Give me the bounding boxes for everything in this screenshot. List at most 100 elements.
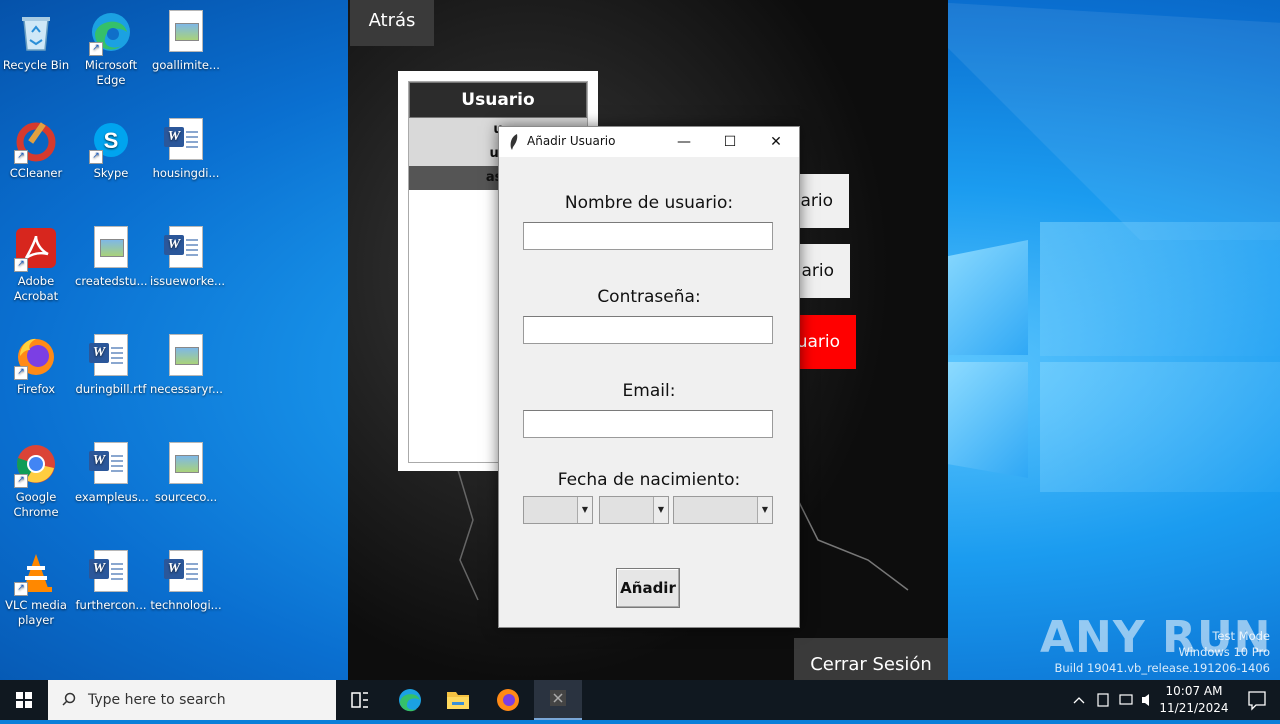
desktop-icon-label: sourceco... (154, 490, 218, 504)
desktop-icon-label: exampleus... (75, 490, 149, 504)
shortcut-arrow-icon: ↗ (89, 42, 103, 56)
desktop-icon-file[interactable]: W technologi... (150, 544, 222, 613)
clock-time: 10:07 AM (1165, 684, 1223, 698)
svg-text:S: S (104, 128, 119, 153)
firefox-icon: ↗ (14, 334, 58, 380)
shortcut-arrow-icon: ↗ (14, 582, 28, 596)
wallpaper-logo-pane (1040, 362, 1280, 492)
image-file-icon (164, 10, 208, 54)
desktop-icon-file[interactable]: W furthercon... (75, 544, 147, 613)
desktop-icon-ccleaner[interactable]: ↗ CCleaner (0, 112, 72, 181)
skype-icon: S ↗ (89, 118, 133, 164)
action-button-1[interactable]: ario (793, 174, 849, 228)
task-view-button[interactable] (336, 680, 384, 720)
email-label: Email: (622, 381, 676, 401)
desktop-icon-label: Recycle Bin (2, 58, 70, 72)
email-input[interactable] (523, 410, 773, 438)
shortcut-arrow-icon: ↗ (14, 258, 28, 272)
desktop-icon-file[interactable]: W housingdi... (150, 112, 222, 181)
desktop-icon-file[interactable]: W exampleus... (75, 436, 149, 505)
year-select[interactable]: ▼ (673, 496, 773, 524)
acrobat-icon: ↗ (14, 226, 58, 272)
minimize-button[interactable]: — (661, 127, 707, 157)
edge-icon: ↗ (89, 10, 133, 56)
add-user-dialog: Añadir Usuario — ☐ ✕ Nombre de usuario: … (498, 126, 800, 628)
word-document-icon: W (164, 226, 208, 270)
desktop-icon-microsoft-edge[interactable]: ↗ Microsoft Edge (75, 4, 147, 88)
dialog-title: Añadir Usuario (527, 134, 616, 148)
watermark-line: Windows 10 Pro (1178, 645, 1270, 659)
shortcut-arrow-icon: ↗ (14, 150, 28, 164)
system-tray (1066, 680, 1158, 720)
taskbar-edge[interactable] (386, 680, 434, 720)
desktop-icon-firefox[interactable]: ↗ Firefox (0, 328, 72, 397)
password-label: Contraseña: (597, 287, 701, 307)
shortcut-arrow-icon: ↗ (14, 474, 28, 488)
task-view-icon (351, 692, 368, 708)
dropdown-arrow-icon: ▼ (577, 497, 592, 523)
taskbar: Type here to search 10:07 AM 11/21/2024 (0, 680, 1280, 720)
system-watermark: Test Mode Windows 10 Pro Build 19041.vb_… (1054, 628, 1270, 676)
desktop-icon-label: housingdi... (152, 166, 220, 180)
image-file-icon (89, 226, 133, 270)
desktop-icon-file[interactable]: W issueworke... (150, 220, 226, 289)
desktop-icon-google-chrome[interactable]: ↗ Google Chrome (0, 436, 72, 520)
chrome-icon: ↗ (14, 442, 58, 488)
search-placeholder: Type here to search (88, 692, 226, 708)
taskbar-clock[interactable]: 10:07 AM 11/21/2024 (1158, 683, 1230, 717)
action-button-2[interactable]: ario (793, 244, 850, 298)
dialog-titlebar[interactable]: Añadir Usuario — ☐ ✕ (499, 127, 799, 157)
start-button[interactable] (0, 680, 48, 720)
desktop-icon-label: technologi... (150, 598, 222, 612)
word-document-icon: W (164, 550, 208, 594)
desktop-icon-label: Microsoft Edge (84, 58, 138, 87)
month-select[interactable]: ▼ (599, 496, 669, 524)
desktop-icon-label: VLC media player (5, 598, 67, 627)
back-button[interactable]: Atrás (350, 0, 434, 46)
search-icon (62, 692, 76, 706)
desktop-icon-file[interactable]: goallimite... (150, 4, 222, 73)
desktop-icon-label: issueworke... (150, 274, 226, 288)
desktop-icon-label: Firefox (16, 382, 56, 396)
desktop-icon-file[interactable]: W duringbill.rtf (75, 328, 147, 397)
word-document-icon: W (89, 550, 133, 594)
desktop-icon-vlc[interactable]: ↗ VLC media player (0, 544, 72, 628)
desktop-icon-adobe-acrobat[interactable]: ↗ Adobe Acrobat (0, 220, 72, 304)
shortcut-arrow-icon: ↗ (89, 150, 103, 164)
desktop-icon-label: CCleaner (9, 166, 63, 180)
desktop-icon-file[interactable]: createdstu... (75, 220, 148, 289)
wallpaper-logo-pane (1040, 222, 1280, 356)
action-button-delete[interactable]: uario (793, 315, 856, 369)
desktop-icon-label: createdstu... (75, 274, 148, 288)
taskbar-search[interactable]: Type here to search (48, 680, 336, 720)
recycle-bin-icon (14, 10, 58, 54)
tray-icons[interactable] (1066, 680, 1158, 720)
taskbar-running-app[interactable] (534, 680, 582, 720)
birthdate-label: Fecha de nacimiento: (557, 470, 741, 490)
username-input[interactable] (523, 222, 773, 250)
word-document-icon: W (89, 442, 133, 486)
desktop-icon-label: Google Chrome (13, 490, 59, 519)
desktop-icon-label: goallimite... (152, 58, 220, 72)
taskbar-file-explorer[interactable] (434, 680, 482, 720)
close-button[interactable]: ✕ (753, 127, 799, 157)
maximize-button[interactable]: ☐ (707, 127, 753, 157)
taskbar-firefox[interactable] (484, 680, 532, 720)
dropdown-arrow-icon: ▼ (653, 497, 668, 523)
shortcut-arrow-icon: ↗ (14, 366, 28, 380)
desktop-icon-file[interactable]: necessaryr... (150, 328, 223, 397)
wallpaper-beam (900, 0, 1280, 240)
desktop-icon-label: Adobe Acrobat (13, 274, 59, 303)
add-user-button[interactable]: Añadir (616, 568, 680, 608)
firefox-icon (497, 689, 519, 711)
notification-icon (1248, 691, 1266, 711)
password-input[interactable] (523, 316, 773, 344)
desktop-icon-recycle-bin[interactable]: Recycle Bin (0, 4, 72, 73)
day-select[interactable]: ▼ (523, 496, 593, 524)
feather-icon (510, 134, 518, 150)
vlc-cone-icon: ↗ (14, 550, 58, 596)
desktop-icon-file[interactable]: sourceco... (150, 436, 222, 505)
notification-center-button[interactable] (1232, 680, 1280, 720)
desktop-icon-skype[interactable]: S ↗ Skype (75, 112, 147, 181)
logout-button[interactable]: Cerrar Sesión (794, 638, 948, 680)
